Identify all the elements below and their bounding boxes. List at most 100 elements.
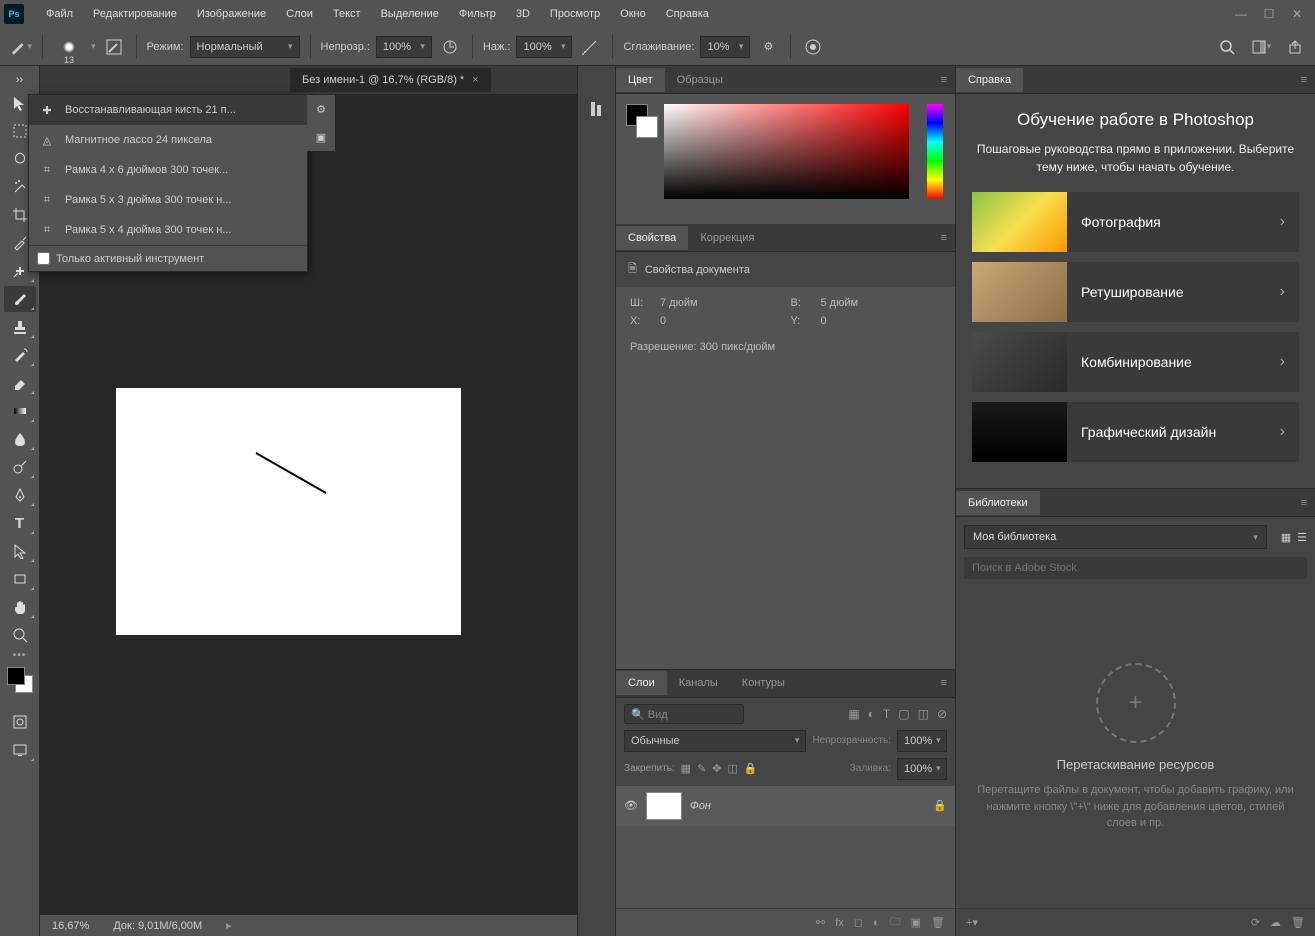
add-to-library-icon[interactable]: +▾ [966,916,978,929]
stamp-tool[interactable] [4,314,36,340]
type-tool[interactable]: T [4,510,36,536]
library-dropdown[interactable]: Моя библиотека▾ [964,525,1267,549]
menu-window[interactable]: Окно [610,4,656,24]
lock-transparent-icon[interactable]: ▦ [681,762,691,775]
layer-row[interactable]: 👁 Фон 🔒 [616,786,955,826]
tab-swatches[interactable]: Образцы [665,68,735,92]
panel-menu-icon[interactable]: ≡ [933,232,955,244]
tab-help[interactable]: Справка [956,68,1023,92]
tab-adjustments[interactable]: Коррекция [688,226,766,250]
search-icon[interactable] [1215,35,1239,59]
preset-settings-icon[interactable]: ⚙ [311,99,331,119]
tab-channels[interactable]: Каналы [667,671,730,695]
tab-layers[interactable]: Слои [616,671,667,695]
smoothing-options-icon[interactable]: ⚙ [756,35,780,59]
tool-preset-picker[interactable]: ▾ [8,35,32,59]
hue-slider[interactable] [927,104,943,199]
preset-item[interactable]: ◬ Магнитное лассо 24 пиксела [29,125,307,155]
zoom-tool[interactable] [4,622,36,648]
preset-item[interactable]: ⌗ Рамка 5 x 3 дюйма 300 точек н... [29,185,307,215]
tab-paths[interactable]: Контуры [730,671,797,695]
filter-smart-icon[interactable]: ◫ [918,707,929,721]
blur-tool[interactable] [4,426,36,452]
tab-properties[interactable]: Свойства [616,226,688,250]
preset-item[interactable]: ✚ Восстанавливающая кисть 21 п... [29,95,307,125]
more-tools-icon[interactable]: ••• [13,650,27,661]
menu-edit[interactable]: Редактирование [83,4,187,24]
workspace-icon[interactable]: ▾ [1249,35,1273,59]
new-preset-icon[interactable]: ▣ [311,127,331,147]
panel-menu-icon[interactable]: ≡ [933,74,955,86]
layer-opacity-input[interactable]: 100%▾ [897,730,947,752]
layer-name[interactable]: Фон [690,800,711,812]
brush-dropdown-icon[interactable]: ▾ [91,41,96,52]
pen-tool[interactable] [4,482,36,508]
cloud-icon[interactable]: ☁ [1270,916,1281,929]
preset-item[interactable]: ⌗ Рамка 5 x 4 дюйма 300 точек н... [29,215,307,245]
blend-mode-dropdown[interactable]: Обычные▾ [624,730,806,752]
gradient-tool[interactable] [4,398,36,424]
library-search-input[interactable] [964,557,1307,579]
learn-card-photography[interactable]: Фотография › [972,192,1299,252]
filter-shape-icon[interactable]: ▢ [898,707,909,721]
menu-view[interactable]: Просмотр [540,4,610,24]
only-active-tool-checkbox[interactable] [37,252,50,265]
background-color[interactable] [636,116,658,138]
pressure-opacity-icon[interactable] [438,35,462,59]
delete-layer-icon[interactable]: 🗑 [931,916,945,929]
layer-mask-icon[interactable]: ◻ [854,916,863,929]
menu-help[interactable]: Справка [656,4,719,24]
color-swatches[interactable] [7,667,33,693]
tab-color[interactable]: Цвет [616,68,665,92]
learn-card-design[interactable]: Графический дизайн › [972,402,1299,462]
filter-toggle-icon[interactable]: ⊘ [937,707,947,721]
tab-libraries[interactable]: Библиотеки [956,491,1040,515]
menu-layers[interactable]: Слои [276,4,323,24]
delete-icon[interactable]: 🗑 [1291,916,1305,929]
lock-all-icon[interactable]: 🔒 [744,762,758,775]
canvas[interactable] [116,388,461,635]
filter-pixel-icon[interactable]: ▦ [848,707,859,721]
collapsed-panel-icon[interactable] [581,96,613,122]
rectangle-tool[interactable] [4,566,36,592]
color-field[interactable] [664,104,909,199]
menu-file[interactable]: Файл [36,4,83,24]
close-tab-icon[interactable]: × [472,74,478,86]
blend-mode-dropdown[interactable]: Нормальный▾ [190,36,300,58]
screen-mode-icon[interactable] [4,737,36,763]
brush-preset-picker[interactable]: 13 [53,31,85,63]
flow-input[interactable]: 100%▾ [516,36,572,58]
layer-fill-input[interactable]: 100%▾ [897,758,947,780]
panel-menu-icon[interactable]: ≡ [933,677,955,689]
status-arrow-icon[interactable]: ▸ [226,919,232,932]
pressure-size-icon[interactable] [801,35,825,59]
path-select-tool[interactable] [4,538,36,564]
preset-item[interactable]: ⌗ Рамка 4 x 6 дюймов 300 точек... [29,155,307,185]
library-drop-zone[interactable]: + Перетаскивание ресурсов Перетащите фай… [956,587,1315,908]
document-tab[interactable]: Без имени-1 @ 16,7% (RGB/8) * × [290,68,491,92]
link-layers-icon[interactable]: ⚯ [816,916,825,929]
lock-artboard-icon[interactable]: ◫ [728,762,738,775]
lock-position-icon[interactable]: ✥ [712,762,721,775]
menu-image[interactable]: Изображение [187,4,276,24]
smoothing-input[interactable]: 10%▾ [700,36,750,58]
minimize-button[interactable]: — [1227,4,1255,24]
layer-filter-dropdown[interactable]: 🔍 Вид [624,704,744,724]
list-view-icon[interactable]: ☰ [1297,531,1307,544]
expand-tools-icon[interactable]: ›› [4,72,36,88]
grid-view-icon[interactable]: ▦ [1281,531,1291,544]
new-group-icon[interactable]: 🗀 [890,913,901,932]
opacity-input[interactable]: 100%▾ [376,36,432,58]
maximize-button[interactable]: ☐ [1255,4,1283,24]
hand-tool[interactable] [4,594,36,620]
learn-card-retouching[interactable]: Ретуширование › [972,262,1299,322]
new-layer-icon[interactable]: ▣ [911,916,921,929]
close-button[interactable]: ✕ [1283,4,1311,24]
layer-fx-icon[interactable]: fx [835,917,844,929]
menu-text[interactable]: Текст [323,4,371,24]
panel-menu-icon[interactable]: ≡ [1293,497,1315,509]
zoom-level[interactable]: 16,67% [52,920,89,932]
brush-tool[interactable] [4,286,36,312]
eraser-tool[interactable] [4,370,36,396]
filter-adjust-icon[interactable]: ◐ [868,707,875,721]
